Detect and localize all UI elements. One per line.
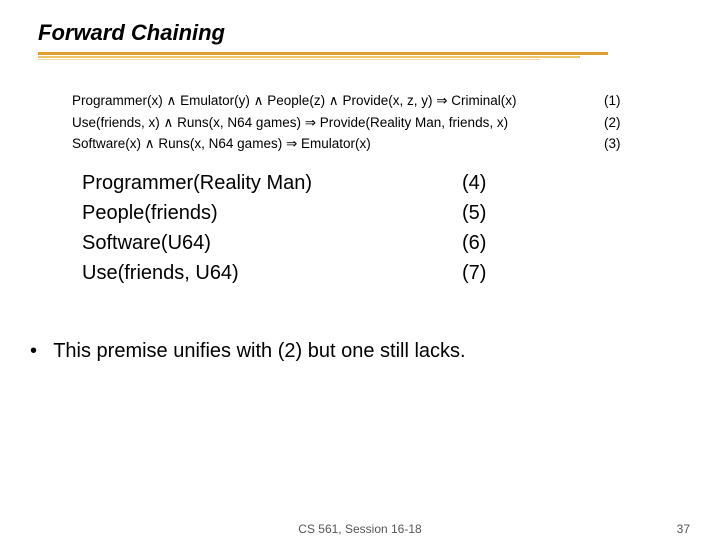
bullet-text: This premise unifies with (2) but one st…	[53, 340, 465, 362]
rule-number: (2)	[592, 112, 644, 134]
fact-number: (7)	[462, 258, 522, 288]
underline-stroke	[38, 59, 540, 60]
fact-text: Use(friends, U64)	[82, 258, 462, 288]
slide-title: Forward Chaining	[38, 20, 225, 46]
fact-row: People(friends) (5)	[82, 198, 642, 228]
slide: Forward Chaining Programmer(x) ∧ Emulato…	[0, 0, 720, 540]
rule-row: Use(friends, x) ∧ Runs(x, N64 games) ⇒ P…	[72, 112, 652, 134]
fact-number: (6)	[462, 228, 522, 258]
title-underline	[38, 52, 608, 62]
rule-text: Programmer(x) ∧ Emulator(y) ∧ People(z) …	[72, 90, 592, 112]
fact-row: Use(friends, U64) (7)	[82, 258, 642, 288]
rule-number: (1)	[592, 90, 644, 112]
underline-stroke	[38, 56, 580, 58]
page-number: 37	[677, 522, 690, 536]
bullet-icon: •	[30, 340, 48, 363]
rule-number: (3)	[592, 133, 644, 155]
fact-text: Software(U64)	[82, 228, 462, 258]
rule-row: Programmer(x) ∧ Emulator(y) ∧ People(z) …	[72, 90, 652, 112]
fact-row: Programmer(Reality Man) (4)	[82, 168, 642, 198]
fact-row: Software(U64) (6)	[82, 228, 642, 258]
fact-number: (4)	[462, 168, 522, 198]
fact-text: Programmer(Reality Man)	[82, 168, 462, 198]
facts-block: Programmer(Reality Man) (4) People(frien…	[82, 168, 642, 288]
rule-row: Software(x) ∧ Runs(x, N64 games) ⇒ Emula…	[72, 133, 652, 155]
footer-course: CS 561, Session 16-18	[0, 522, 720, 536]
underline-stroke	[38, 52, 608, 55]
rule-text: Software(x) ∧ Runs(x, N64 games) ⇒ Emula…	[72, 133, 592, 155]
rule-text: Use(friends, x) ∧ Runs(x, N64 games) ⇒ P…	[72, 112, 592, 134]
fact-number: (5)	[462, 198, 522, 228]
rules-block: Programmer(x) ∧ Emulator(y) ∧ People(z) …	[72, 90, 652, 155]
bullet-line: • This premise unifies with (2) but one …	[30, 340, 466, 363]
fact-text: People(friends)	[82, 198, 462, 228]
